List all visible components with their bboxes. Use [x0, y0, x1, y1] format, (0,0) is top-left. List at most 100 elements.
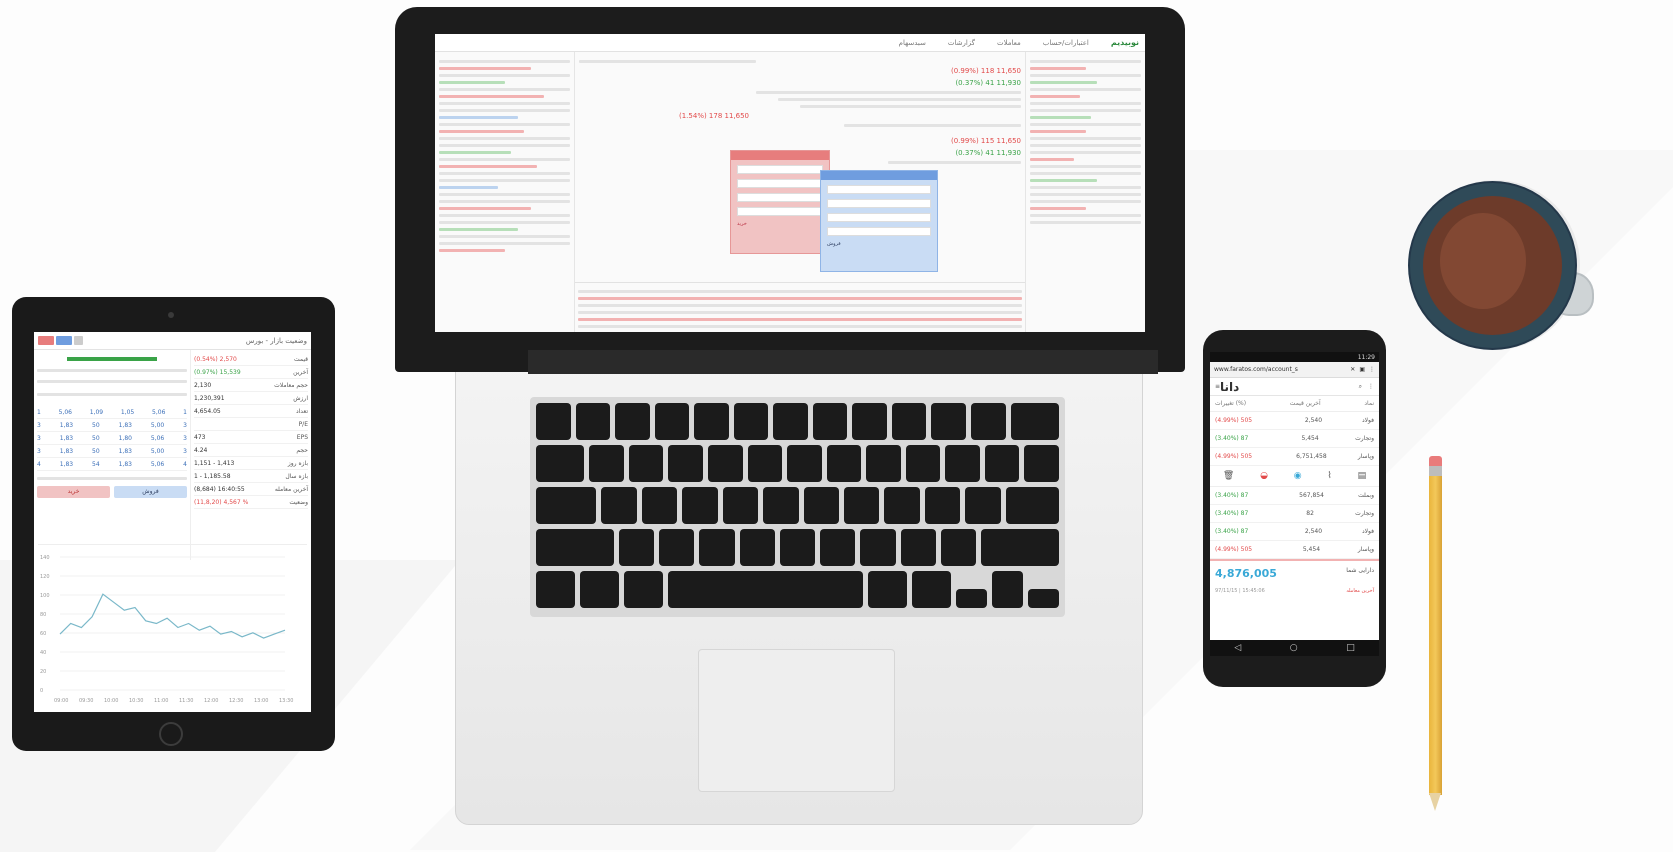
order-book-row[interactable]: 1 5,06 1,09 1,05 5,06 1	[37, 406, 187, 419]
nav-item[interactable]: گزارشات	[948, 39, 975, 47]
watchlist-row[interactable]: (3.40%) 87 82 وتجارت	[1210, 505, 1379, 523]
pencil-eraser	[1429, 456, 1442, 466]
y-tick-label: 100	[40, 593, 50, 599]
order-book-cell: 5,06	[150, 434, 165, 442]
app-bar: ≡ دانا ⌕ ⋮	[1210, 378, 1379, 396]
sell-button[interactable]: فروش	[114, 486, 187, 498]
value-field[interactable]	[737, 193, 823, 202]
tag-chip[interactable]	[38, 336, 54, 345]
watchlist-row[interactable]: (4.99%) 505 2,540 فولاد	[1210, 412, 1379, 430]
order-book-cell: 50	[92, 421, 100, 429]
price-cell: 5,454	[1302, 546, 1321, 553]
order-book-cell: 3	[37, 421, 41, 429]
x-tick-label: 09:30	[79, 698, 93, 704]
order-book: 1 5,06 1,09 1,05 5,06 1 3 1,83 50 1,83 5,00 3 3 1,83 5…	[34, 350, 191, 560]
detail-value: (8,684) 16:40:55	[194, 485, 245, 493]
x-tick-label: 13:30	[279, 698, 293, 704]
value-field[interactable]	[827, 213, 931, 222]
detail-row: (0.97%) 15,539 آخرین	[194, 366, 308, 379]
info-icon[interactable]: ▤	[1358, 471, 1367, 481]
footer-note: آخرین معامله	[1346, 588, 1374, 594]
news-panel	[435, 52, 575, 332]
buy-order-dialog[interactable]: خرید	[730, 150, 830, 254]
tablet-title: وضعیت بازار - بورس	[245, 336, 307, 345]
detail-row: (0.54%) 2,570 قیمت	[194, 353, 308, 366]
order-book-cell: 5,06	[150, 460, 165, 468]
order-book-cell: 1,09	[89, 408, 104, 416]
alert-icon[interactable]: ◉	[1294, 471, 1302, 481]
menu-icon[interactable]: ⋮	[1369, 366, 1375, 373]
order-book-cell: 4	[37, 460, 41, 468]
order-book-row[interactable]: 3 1,83 50 1,83 5,00 3	[37, 419, 187, 432]
price-cell: 2,540	[1304, 528, 1323, 535]
column-header: تغییرات (%)	[1215, 400, 1247, 407]
price-field[interactable]	[827, 199, 931, 208]
sell-order-dialog[interactable]: فروش	[820, 170, 938, 272]
url-text[interactable]: www.faratos.com/account_s	[1214, 366, 1346, 373]
order-book-cell: 5,06	[58, 408, 72, 416]
chart-icon[interactable]: ⌇	[1327, 471, 1331, 481]
search-icon[interactable]: ⌕	[1359, 383, 1362, 391]
detail-value: 473	[194, 433, 206, 441]
nav-item[interactable]: سبدسهام	[899, 39, 926, 47]
change-cell: (3.40%) 87	[1215, 510, 1249, 517]
back-icon[interactable]: ◁	[1234, 643, 1241, 653]
column-header: آخرین قیمت	[1289, 400, 1321, 407]
tag-chip[interactable]	[74, 336, 83, 345]
x-tick-label: 10:30	[129, 698, 143, 704]
price-cell: 2,540	[1304, 417, 1323, 424]
quick-actions: 🗑 ◒ ◉ ⌇ ▤	[1210, 466, 1379, 487]
order-book-cell: 1,83	[59, 460, 74, 468]
y-tick-label: 40	[40, 650, 46, 656]
detail-value: (11,8,20) 4,567 %	[194, 498, 249, 506]
detail-row: 4.24 حجم	[194, 444, 308, 457]
overflow-icon[interactable]: ⋮	[1368, 383, 1374, 390]
watchlist-row[interactable]: (3.40%) 87 5,454 وتجارت	[1210, 430, 1379, 448]
trash-icon[interactable]: 🗑	[1223, 471, 1234, 481]
order-book-row[interactable]: 4 1,83 54 1,83 5,06 4	[37, 458, 187, 471]
buy-button[interactable]: خرید	[37, 486, 110, 498]
price-field[interactable]	[737, 179, 823, 188]
watchlist-row[interactable]: (3.40%) 87 2,540 فولاد	[1210, 523, 1379, 541]
browser-url-bar[interactable]: www.faratos.com/account_s ✕ ▣ ⋮	[1210, 362, 1379, 378]
recents-icon[interactable]: □	[1346, 643, 1355, 653]
detail-label: حجم	[296, 446, 308, 454]
phone-screen: 11:29 www.faratos.com/account_s ✕ ▣ ⋮ ≡ …	[1210, 352, 1379, 656]
order-book-cell: 3	[183, 447, 187, 455]
basket-icon[interactable]: ◒	[1260, 471, 1268, 481]
tablet-home-button[interactable]	[159, 722, 183, 746]
detail-value: 1,230,391	[194, 394, 225, 402]
detail-label: EPS	[296, 433, 308, 441]
watchlist-row[interactable]: (4.99%) 505 5,454 وپاسار	[1210, 541, 1379, 559]
watchlist-row[interactable]: (4.99%) 505 6,751,458 وپاسار	[1210, 448, 1379, 466]
watchlist-row[interactable]: (3.40%) 87 567,854 وبملت	[1210, 487, 1379, 505]
quantity-field[interactable]	[737, 165, 823, 174]
tag-chip[interactable]	[56, 336, 72, 345]
home-icon[interactable]: ○	[1290, 643, 1298, 653]
order-book-cell: 1	[183, 408, 187, 416]
validity-field[interactable]	[737, 207, 823, 216]
y-tick-label: 140	[40, 555, 50, 561]
order-book-row[interactable]: 3 1,83 50 1,83 5,00 3	[37, 445, 187, 458]
nav-item[interactable]: اعتبارات/حساب	[1043, 39, 1089, 47]
validity-field[interactable]	[827, 227, 931, 236]
pencil-band	[1429, 466, 1442, 476]
order-book-row[interactable]: 3 1,83 50 1,80 5,06 3	[37, 432, 187, 445]
watchlist-header: تغییرات (%) آخرین قیمت نماد	[1210, 396, 1379, 412]
symbol-cell: فولاد	[1361, 417, 1374, 424]
tabs-icon[interactable]: ▣	[1359, 366, 1365, 373]
coffee-highlight	[1440, 213, 1526, 309]
order-book-cell: 1,05	[120, 408, 135, 416]
price-cell: 6,751,458	[1296, 453, 1327, 460]
order-book-cell: 5,00	[150, 421, 165, 429]
detail-label: بازه روز	[287, 459, 308, 467]
quantity-field[interactable]	[827, 185, 931, 194]
detail-label: P/E	[298, 420, 308, 428]
portfolio-total: 4,876,005 دارایی شما	[1210, 559, 1379, 586]
close-icon[interactable]: ✕	[1350, 366, 1355, 373]
price-line: (0.37%) 41 11,930	[955, 79, 1021, 87]
tablet-camera	[168, 312, 174, 318]
nav-item[interactable]: معاملات	[997, 39, 1021, 47]
order-book-cell: 54	[92, 460, 100, 468]
detail-row: 4,654.05 تعداد	[194, 405, 308, 418]
